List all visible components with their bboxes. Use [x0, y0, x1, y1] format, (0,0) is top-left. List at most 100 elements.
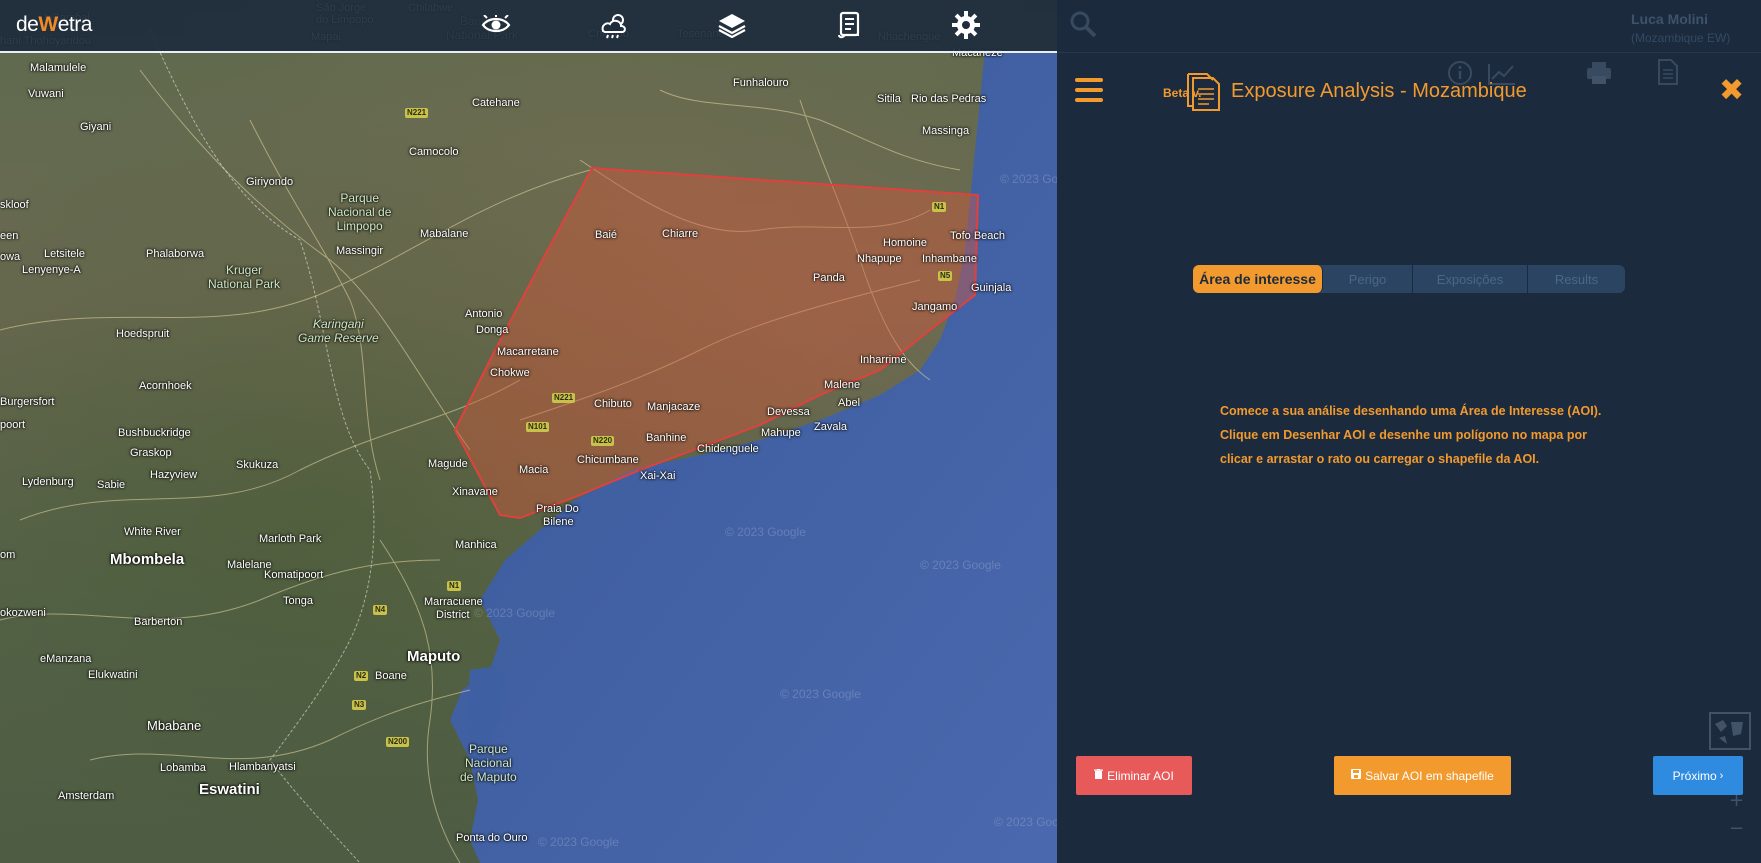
scroll-icon[interactable] [834, 10, 866, 40]
document-icon [1657, 58, 1679, 90]
town-label: Manhica [455, 539, 497, 551]
town-label: Malamulele [30, 62, 87, 74]
town-label: Homoine [883, 237, 928, 249]
town-label: Chidenguele [697, 443, 759, 455]
town-label: Panda [813, 272, 845, 284]
town-label: Phalaborwa [146, 248, 205, 260]
town-label: okozweni [0, 607, 46, 619]
town-label: een [0, 230, 19, 242]
town-label: Rio das Pedras [911, 93, 987, 105]
town-label: Xai-Xai [640, 470, 676, 482]
park-label: Karingani Game Reserve [298, 317, 379, 345]
search-icon[interactable] [1069, 10, 1097, 42]
top-toolbar: deWetra [0, 0, 1057, 53]
town-label: Letsitele [44, 248, 85, 260]
town-label: Tofo Beach [950, 230, 1006, 242]
road-shield: N3 [352, 700, 367, 710]
google-watermark: © 2023 Google [920, 558, 1001, 572]
town-label: Graskop [130, 447, 172, 459]
town-label: poort [0, 419, 26, 431]
delete-aoi-label: Eliminar AOI [1107, 768, 1174, 783]
town-label: Lobamba [160, 762, 206, 774]
google-watermark: © 2023 Google [474, 606, 555, 620]
town-label: Chibuto [594, 398, 632, 410]
town-label: Mabalane [420, 228, 469, 240]
layers-icon[interactable] [716, 10, 748, 40]
wizard-tabs: Área de interesse Perigo Exposições Resu… [1193, 265, 1625, 293]
close-icon[interactable]: ✖ [1719, 76, 1744, 106]
trash-icon [1094, 769, 1104, 782]
town-label: Sitila [877, 93, 901, 105]
town-label: owa [0, 251, 21, 263]
town-label: Manjacaze [647, 401, 701, 413]
tab-area-de-interesse[interactable]: Área de interesse [1193, 265, 1323, 293]
town-label: Boane [375, 670, 407, 682]
town-label: eManzana [40, 653, 92, 665]
town-label: Hlambanyatsi [229, 761, 296, 773]
town-label: Marloth Park [259, 533, 322, 545]
town-label: Guinjala [971, 282, 1012, 294]
google-watermark: © 2023 Google [780, 687, 861, 701]
user-name: Luca Molini [1631, 11, 1708, 27]
park-label: Parque Nacional de Maputo [460, 742, 517, 784]
road-shield: N2 [354, 671, 369, 681]
panel-title: Exposure Analysis - Mozambique [1231, 80, 1527, 102]
town-label: Lydenburg [22, 476, 74, 488]
eye-icon[interactable] [480, 10, 512, 40]
town-label: Magude [428, 458, 468, 470]
town-label: Lenyenye-A [22, 264, 81, 276]
town-label: Abel [838, 397, 861, 409]
tab-perigo[interactable]: Perigo [1323, 265, 1413, 293]
zoom-in-icon: + [1729, 790, 1745, 811]
road-shield: N221 [405, 108, 429, 118]
next-label: Próximo [1672, 768, 1717, 783]
town-label: Elukwatini [88, 669, 138, 681]
town-label: Inharrime [860, 354, 907, 366]
town-label: Massinga [922, 125, 970, 137]
save-aoi-shapefile-button[interactable]: Salvar AOI em shapefile [1334, 756, 1511, 795]
town-label: White River [124, 526, 181, 538]
town-label: Bilene [543, 516, 574, 528]
road-shield: N4 [373, 605, 388, 615]
town-label: Massingir [336, 245, 384, 257]
gear-icon[interactable] [950, 10, 982, 40]
town-label: Ponta do Ouro [456, 832, 528, 844]
town-label: Xinavane [452, 486, 498, 498]
menu-button[interactable] [1075, 78, 1103, 102]
town-label: Chicumbane [577, 454, 639, 466]
town-label: Amsterdam [58, 790, 115, 802]
instructions-text: Comece a sua análise desenhando uma Área… [1220, 404, 1602, 466]
delete-aoi-button[interactable]: Eliminar AOI [1076, 756, 1192, 795]
town-label: Malene [824, 379, 861, 391]
tab-results[interactable]: Results [1528, 265, 1625, 293]
town-label: Donga [476, 324, 509, 336]
google-watermark: © 2023 Google [725, 525, 806, 539]
panel-header-bar: Luca Molini (Mozambique EW) [1057, 0, 1761, 53]
town-label: Catehane [472, 97, 520, 109]
chevron-right-icon: › [1719, 769, 1724, 782]
town-label: Sabie [97, 479, 126, 491]
town-label: Skukuza [236, 459, 279, 471]
town-label: Acornhoek [139, 380, 192, 392]
town-label: Mbombela [110, 551, 185, 568]
town-label: Komatipoort [264, 569, 324, 581]
town-label: Camocolo [409, 146, 459, 158]
town-label: Barberton [134, 616, 183, 628]
user-country: (Mozambique EW) [1631, 31, 1731, 45]
world-map-icon [1709, 712, 1751, 754]
town-label: Zavala [814, 421, 848, 433]
road-shield: N5 [938, 271, 953, 281]
weather-icon[interactable] [598, 10, 630, 40]
dewetra-logo[interactable]: deWetra [16, 13, 92, 37]
printer-icon [1585, 60, 1613, 90]
town-label: Macia [519, 464, 549, 476]
border-line [149, 29, 375, 863]
town-label: om [0, 549, 16, 561]
town-label: Burgersfort [0, 396, 55, 408]
town-label: Hoedspruit [116, 328, 170, 340]
map-view[interactable]: Malamulele Vuwani Giyani Giriyondo Catehane C… [0, 0, 1057, 863]
town-label: Bushbuckridge [118, 427, 191, 439]
town-label: Chokwe [490, 367, 530, 379]
tab-exposicoes[interactable]: Exposições [1413, 265, 1528, 293]
town-label: Nhapupe [857, 253, 902, 265]
